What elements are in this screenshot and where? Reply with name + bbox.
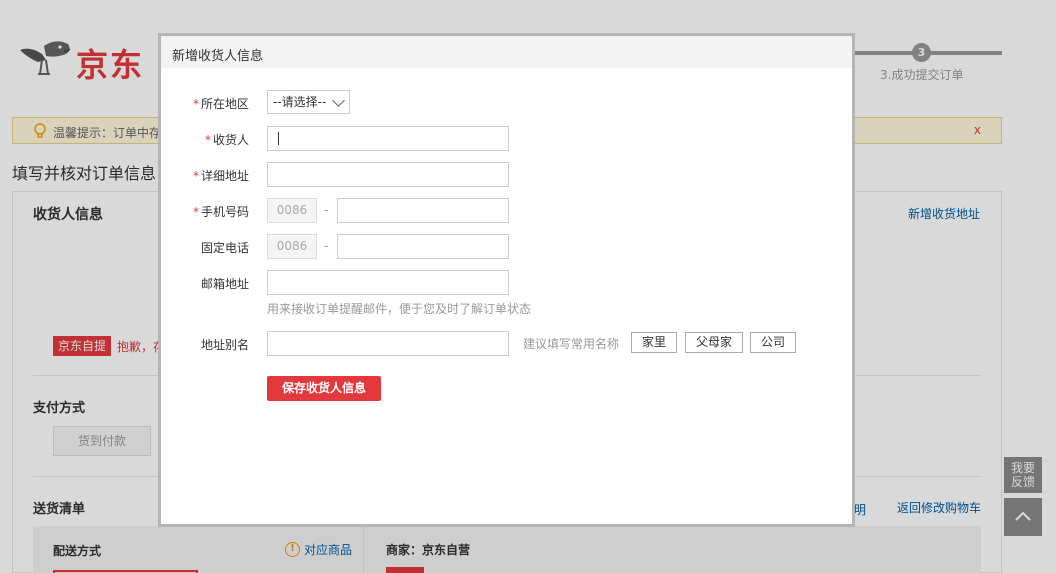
receiver-input[interactable]: [267, 126, 509, 151]
receiver-label-text: 收货人: [212, 133, 249, 147]
mobile-input[interactable]: [337, 198, 509, 223]
phone-country-code: 0086: [267, 234, 317, 259]
dialog-title: 新增收货人信息: [172, 49, 264, 64]
required-mark: *: [192, 169, 199, 183]
required-mark: *: [192, 97, 199, 111]
mobile-country-code: 0086: [267, 198, 317, 223]
required-mark: *: [204, 133, 211, 147]
alias-input[interactable]: [267, 331, 509, 356]
email-label-text: 邮箱地址: [200, 277, 249, 291]
address-input[interactable]: [267, 162, 509, 187]
dialog-header: 新增收货人信息: [161, 36, 852, 68]
save-receiver-button[interactable]: 保存收货人信息: [267, 376, 381, 401]
region-label-text: 所在地区: [200, 97, 249, 111]
address-label-text: 详细地址: [200, 169, 249, 183]
alias-label-text: 地址别名: [200, 338, 249, 352]
phone-input[interactable]: [337, 234, 509, 259]
phone-label-text: 固定电话: [200, 241, 249, 255]
add-receiver-dialog: 新增收货人信息 * 所在地区 --请选择-- * 收货人 * 详细地址 * 手机号码 0…: [158, 33, 855, 527]
alias-tag-company[interactable]: 公司: [750, 332, 796, 353]
region-select-value: --请选择--: [273, 95, 327, 109]
phone-label: 固定电话: [189, 239, 249, 256]
text-caret: [278, 132, 279, 145]
chevron-down-icon: [332, 94, 345, 107]
mobile-dash: -: [324, 203, 329, 217]
email-label: 邮箱地址: [189, 275, 249, 292]
mobile-label: * 手机号码: [189, 203, 249, 220]
receiver-label: * 收货人: [189, 131, 249, 148]
alias-tag-home[interactable]: 家里: [631, 332, 677, 353]
address-label: * 详细地址: [189, 167, 249, 184]
mobile-label-text: 手机号码: [200, 205, 249, 219]
phone-dash: -: [324, 239, 329, 253]
region-select[interactable]: --请选择--: [267, 90, 350, 114]
email-input[interactable]: [267, 270, 509, 295]
region-label: * 所在地区: [189, 95, 249, 112]
alias-label: 地址别名: [189, 336, 249, 353]
alias-suggest-text: 建议填写常用名称: [523, 337, 620, 351]
required-mark: *: [192, 205, 199, 219]
email-hint: 用来接收订单提醒邮件，便于您及时了解订单状态: [267, 302, 532, 316]
alias-tag-parents[interactable]: 父母家: [685, 332, 743, 353]
